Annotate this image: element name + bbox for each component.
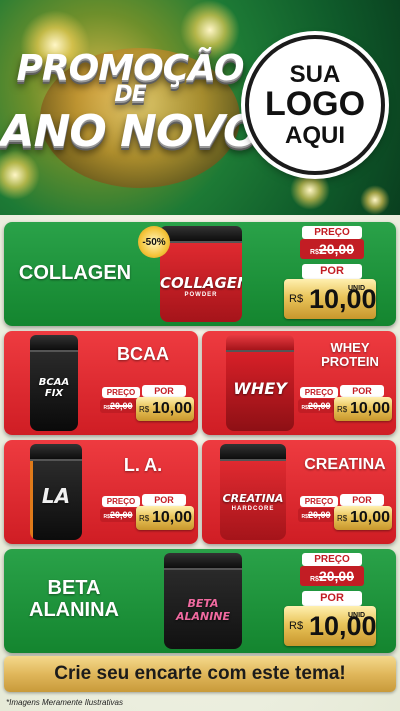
promo-title-line2: DE: [114, 82, 146, 107]
old-price: R$20,00: [100, 508, 136, 522]
logo-text-line2: LOGO: [264, 85, 366, 124]
logo-text-line3: AQUI: [285, 121, 345, 149]
new-price: 10,00: [350, 509, 391, 526]
price-label-preco: PREÇO: [302, 226, 362, 239]
product-name-line1: BETA: [47, 577, 101, 599]
price-label-por: POR: [340, 385, 384, 397]
product-image-beta-alanina: BETA ALANINE: [164, 553, 242, 649]
price-label-preco: PREÇO: [302, 553, 362, 566]
new-price-tag: R$ 10,00: [334, 397, 392, 421]
price-label-por: POR: [142, 494, 186, 506]
product-card-beta-alanina: BETA ALANINA BETA ALANINE PREÇO R$20,00 …: [4, 549, 396, 653]
price-label-preco: PREÇO: [102, 387, 140, 398]
product-name: WHEY PROTEIN: [321, 340, 379, 370]
jar-label: BCAA FIX: [38, 377, 70, 399]
product-card-bcaa: BCAA FIX BCAA PREÇO R$20,00 POR R$ 10,00: [4, 331, 198, 435]
price-label-preco: PREÇO: [300, 387, 338, 398]
product-card-collagen: COLLAGEN COLLAGEN POWDER -50% PREÇO R$20…: [4, 222, 396, 326]
cta-banner: Crie seu encarte com este tema!: [4, 656, 396, 692]
new-price-tag: R$ 10,00: [334, 506, 392, 530]
price-label-por: POR: [302, 591, 362, 606]
new-price: 10,00: [152, 400, 193, 417]
product-image-whey: WHEY: [226, 335, 294, 431]
flyer: PROMOÇÃO DE ANO NOVO SUA LOGO AQUI COLLA…: [0, 0, 400, 711]
jar-label: BETA ALANINE: [175, 597, 231, 623]
firework-sparkle: [290, 170, 330, 210]
product-card-creatina: CREATINA HARDCORE CREATINA PREÇO R$20,00…: [202, 440, 396, 544]
new-price-tag: R$ 10,00 UNID: [284, 606, 377, 646]
header-banner: PROMOÇÃO DE ANO NOVO SUA LOGO AQUI: [0, 0, 400, 215]
new-price-tag: R$ 10,00: [136, 506, 194, 530]
product-name-line2: ALANINA: [29, 599, 119, 621]
product-card-la: LA L. A. PREÇO R$20,00 POR R$ 10,00: [4, 440, 198, 544]
jar-sublabel: HARDCORE: [231, 506, 275, 512]
new-price: 10,00: [152, 509, 193, 526]
discount-badge: -50%: [138, 226, 170, 258]
price-label-por: POR: [142, 385, 186, 397]
product-card-whey: WHEY WHEY PROTEIN PREÇO R$20,00 POR R$ 1…: [202, 331, 396, 435]
price-label-preco: PREÇO: [102, 496, 140, 507]
new-price-tag: R$ 10,00: [136, 397, 194, 421]
disclaimer: *Imagens Meramente Ilustrativas: [6, 698, 123, 707]
jar-label: CREATINA: [222, 492, 284, 505]
jar-label: COLLAGEN: [160, 274, 242, 292]
old-price: R$20,00: [300, 566, 364, 586]
old-price: R$20,00: [298, 399, 334, 413]
product-name: COLLAGEN: [18, 262, 132, 284]
old-price: R$20,00: [300, 239, 364, 259]
jar-label: WHEY: [233, 379, 287, 398]
new-price: 10,00: [309, 284, 377, 314]
new-price-tag: R$ 10,00 UNID: [284, 279, 377, 319]
price-label-preco: PREÇO: [300, 496, 338, 507]
product-image-creatina: CREATINA HARDCORE: [220, 444, 286, 540]
old-price: R$20,00: [100, 399, 136, 413]
product-name: L. A.: [123, 455, 163, 475]
price-label-por: POR: [340, 494, 384, 506]
price-label-por: POR: [302, 264, 362, 279]
product-image-la: LA: [30, 444, 82, 540]
promo-title-line3: ANO NOVO: [0, 106, 261, 157]
product-image-bcaa: BCAA FIX: [30, 335, 78, 431]
firework-sparkle: [0, 150, 40, 200]
product-image-collagen: COLLAGEN POWDER: [160, 226, 242, 322]
product-name: BCAA: [117, 344, 169, 364]
product-name: CREATINA: [304, 456, 386, 473]
jar-sublabel: POWDER: [184, 292, 218, 298]
logo-text-line1: SUA: [289, 60, 341, 88]
product-name: BETA ALANINA: [14, 577, 134, 621]
firework-sparkle: [360, 185, 390, 215]
new-price: 10,00: [350, 400, 391, 417]
old-price: R$20,00: [298, 508, 334, 522]
jar-label: LA: [41, 484, 71, 508]
new-price: 10,00: [309, 611, 377, 641]
logo-placeholder: SUA LOGO AQUI: [245, 35, 385, 175]
